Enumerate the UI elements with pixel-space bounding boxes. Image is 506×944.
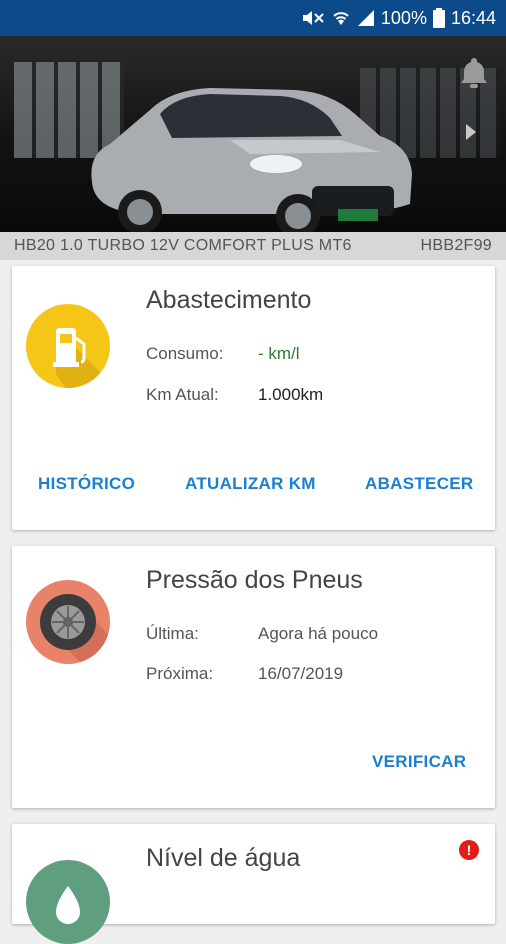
consumption-value: - km/l bbox=[258, 344, 300, 363]
wifi-icon bbox=[331, 9, 351, 27]
last-check-label: Última: bbox=[146, 624, 199, 643]
tire-card-title: Pressão dos Pneus bbox=[146, 566, 363, 594]
next-check-row: Próxima: 16/07/2019 bbox=[146, 664, 343, 684]
mute-icon bbox=[301, 9, 325, 27]
history-button[interactable]: HISTÓRICO bbox=[38, 474, 135, 494]
battery-percent: 100% bbox=[380, 7, 427, 28]
km-value: 1.000km bbox=[258, 385, 324, 404]
km-row: Km Atual: 1.000km bbox=[146, 385, 323, 405]
play-arrow-icon[interactable] bbox=[464, 122, 478, 147]
last-check-value: Agora há pouco bbox=[258, 624, 379, 643]
next-check-value: 16/07/2019 bbox=[258, 664, 344, 683]
consumption-label: Consumo: bbox=[146, 344, 224, 363]
water-card-title: Nível de água bbox=[146, 844, 301, 872]
vehicle-plate: HBB2F99 bbox=[420, 237, 492, 254]
fuel-card: Abastecimento Consumo: - km/l Km Atual: … bbox=[12, 266, 495, 530]
last-check-row: Última: Agora há pouco bbox=[146, 624, 378, 644]
vehicle-info-bar: HB20 1.0 TURBO 12V COMFORT PLUS MT6 HBB2… bbox=[0, 232, 506, 260]
refuel-button[interactable]: ABASTECER bbox=[365, 474, 474, 494]
vehicle-banner[interactable] bbox=[0, 36, 506, 232]
status-bar: 100% 16:44 bbox=[0, 0, 506, 36]
vehicle-image bbox=[91, 88, 412, 232]
update-km-button[interactable]: ATUALIZAR KM bbox=[185, 474, 316, 494]
fuel-card-title: Abastecimento bbox=[146, 286, 312, 314]
tire-pressure-card: Pressão dos Pneus Última: Agora há pouco… bbox=[12, 546, 495, 808]
bell-icon[interactable] bbox=[456, 54, 492, 95]
check-button[interactable]: VERIFICAR bbox=[372, 752, 466, 772]
tire-icon bbox=[26, 580, 110, 664]
water-level-card: Nível de água ! bbox=[12, 824, 495, 944]
clock: 16:44 bbox=[450, 7, 496, 28]
consumption-row: Consumo: - km/l bbox=[146, 344, 300, 364]
battery-icon bbox=[432, 8, 445, 28]
vehicle-model: HB20 1.0 TURBO 12V COMFORT PLUS MT6 bbox=[14, 237, 352, 254]
fuel-pump-icon bbox=[26, 304, 110, 388]
alert-icon[interactable]: ! bbox=[459, 840, 479, 860]
water-drop-icon bbox=[26, 860, 110, 944]
next-check-label: Próxima: bbox=[146, 664, 214, 683]
km-label: Km Atual: bbox=[146, 385, 219, 404]
signal-icon bbox=[357, 9, 375, 27]
